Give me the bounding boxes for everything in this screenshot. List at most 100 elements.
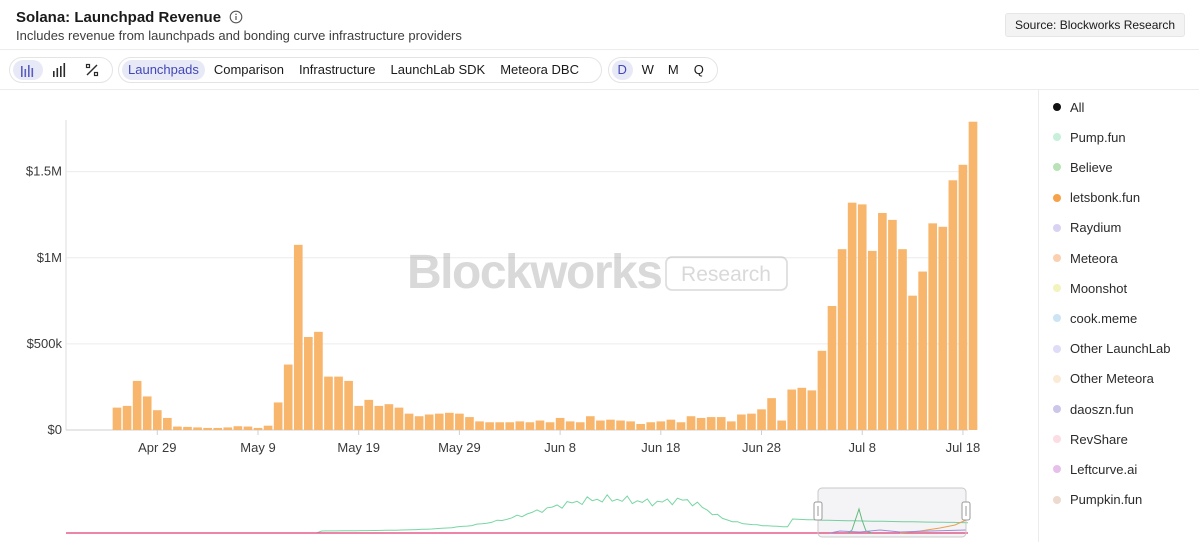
tab-launchlab-sdk[interactable]: LaunchLab SDK	[385, 60, 492, 80]
bar[interactable]	[928, 223, 938, 430]
tab-launchpads[interactable]: Launchpads	[122, 60, 205, 80]
legend-item[interactable]: Leftcurve.ai	[1053, 460, 1137, 478]
bar[interactable]	[374, 405, 384, 430]
tab-comparison[interactable]: Comparison	[208, 60, 290, 80]
bar[interactable]	[676, 422, 686, 430]
period-quarter[interactable]: Q	[689, 60, 710, 80]
bar[interactable]	[636, 423, 645, 430]
legend-item[interactable]: Other LaunchLab	[1053, 340, 1170, 358]
bar[interactable]	[344, 380, 353, 430]
legend-item[interactable]: daoszn.fun	[1053, 400, 1134, 418]
bar[interactable]	[445, 412, 454, 430]
legend-item[interactable]: All	[1053, 98, 1084, 116]
bar[interactable]	[656, 421, 666, 430]
bar[interactable]	[304, 337, 313, 430]
bar[interactable]	[324, 376, 333, 430]
range-navigator[interactable]	[66, 487, 971, 538]
bar[interactable]	[263, 425, 273, 430]
bar[interactable]	[152, 410, 162, 430]
bar[interactable]	[837, 249, 847, 430]
bar[interactable]	[666, 419, 676, 430]
bar[interactable]	[112, 407, 122, 430]
bar[interactable]	[888, 219, 897, 430]
legend-item[interactable]: RevShare	[1053, 430, 1128, 448]
bar[interactable]	[938, 226, 948, 430]
bar[interactable]	[213, 427, 223, 430]
bar[interactable]	[918, 271, 927, 430]
bar[interactable]	[706, 417, 716, 430]
navigator-window[interactable]	[817, 487, 967, 538]
bar[interactable]	[575, 422, 585, 430]
period-week[interactable]: W	[638, 60, 659, 80]
bar[interactable]	[898, 249, 907, 430]
bar[interactable]	[555, 417, 565, 430]
bar[interactable]	[908, 295, 917, 430]
bar[interactable]	[183, 426, 192, 430]
bar[interactable]	[767, 398, 776, 430]
legend-item[interactable]: Pumpkin.fun	[1053, 491, 1142, 509]
bar[interactable]	[847, 202, 857, 430]
bar[interactable]	[475, 421, 484, 430]
bar[interactable]	[726, 421, 736, 430]
tab-infrastructure[interactable]: Infrastructure	[293, 60, 382, 80]
bar[interactable]	[737, 414, 746, 431]
legend-item[interactable]: cook.meme	[1053, 309, 1137, 327]
bar[interactable]	[787, 389, 797, 430]
bar[interactable]	[515, 421, 525, 430]
bar[interactable]	[193, 427, 202, 430]
bar[interactable]	[807, 390, 817, 430]
bar[interactable]	[122, 405, 132, 430]
bar[interactable]	[616, 420, 625, 430]
bar[interactable]	[797, 387, 807, 430]
bar[interactable]	[364, 399, 374, 430]
bar[interactable]	[495, 422, 505, 430]
bar[interactable]	[273, 402, 283, 430]
bar[interactable]	[293, 244, 303, 430]
bar[interactable]	[283, 364, 293, 430]
info-circle-icon[interactable]	[229, 10, 243, 24]
bar[interactable]	[606, 419, 615, 430]
bar[interactable]	[596, 420, 605, 430]
bar[interactable]	[545, 422, 555, 430]
bar[interactable]	[857, 204, 867, 430]
bar[interactable]	[434, 413, 444, 430]
bar[interactable]	[968, 121, 978, 430]
percent-button[interactable]	[77, 60, 107, 80]
bar[interactable]	[394, 407, 404, 430]
bar[interactable]	[958, 164, 968, 430]
bar[interactable]	[535, 420, 545, 430]
legend-item[interactable]: Raydium	[1053, 219, 1121, 237]
bar[interactable]	[646, 422, 656, 430]
bar[interactable]	[565, 421, 575, 430]
stacked-bar-button[interactable]	[45, 60, 75, 80]
bar[interactable]	[354, 405, 364, 430]
legend-item[interactable]: Meteora	[1053, 249, 1118, 267]
bar[interactable]	[696, 417, 706, 430]
legend-item[interactable]: Pump.fun	[1053, 128, 1126, 146]
tab-meteora-dbc[interactable]: Meteora DBC	[494, 60, 585, 80]
bar[interactable]	[505, 422, 515, 430]
bar[interactable]	[525, 422, 535, 430]
bar[interactable]	[867, 250, 877, 430]
bar[interactable]	[384, 404, 394, 430]
bar[interactable]	[777, 420, 786, 430]
legend-item[interactable]: Moonshot	[1053, 279, 1127, 297]
bar[interactable]	[404, 413, 414, 430]
bar[interactable]	[585, 416, 595, 430]
bar[interactable]	[223, 427, 233, 430]
bar[interactable]	[203, 427, 212, 430]
bar[interactable]	[334, 376, 343, 430]
bar[interactable]	[455, 413, 464, 430]
bar[interactable]	[163, 417, 172, 430]
bar[interactable]	[747, 413, 756, 430]
bar[interactable]	[626, 421, 635, 430]
bar-chart-button[interactable]	[13, 60, 43, 80]
bar[interactable]	[878, 213, 887, 430]
period-month[interactable]: M	[663, 60, 684, 80]
bar[interactable]	[314, 331, 323, 430]
bar[interactable]	[233, 426, 243, 430]
bar[interactable]	[686, 416, 696, 430]
bar[interactable]	[414, 416, 424, 430]
bar[interactable]	[142, 396, 152, 430]
bar[interactable]	[173, 426, 182, 430]
